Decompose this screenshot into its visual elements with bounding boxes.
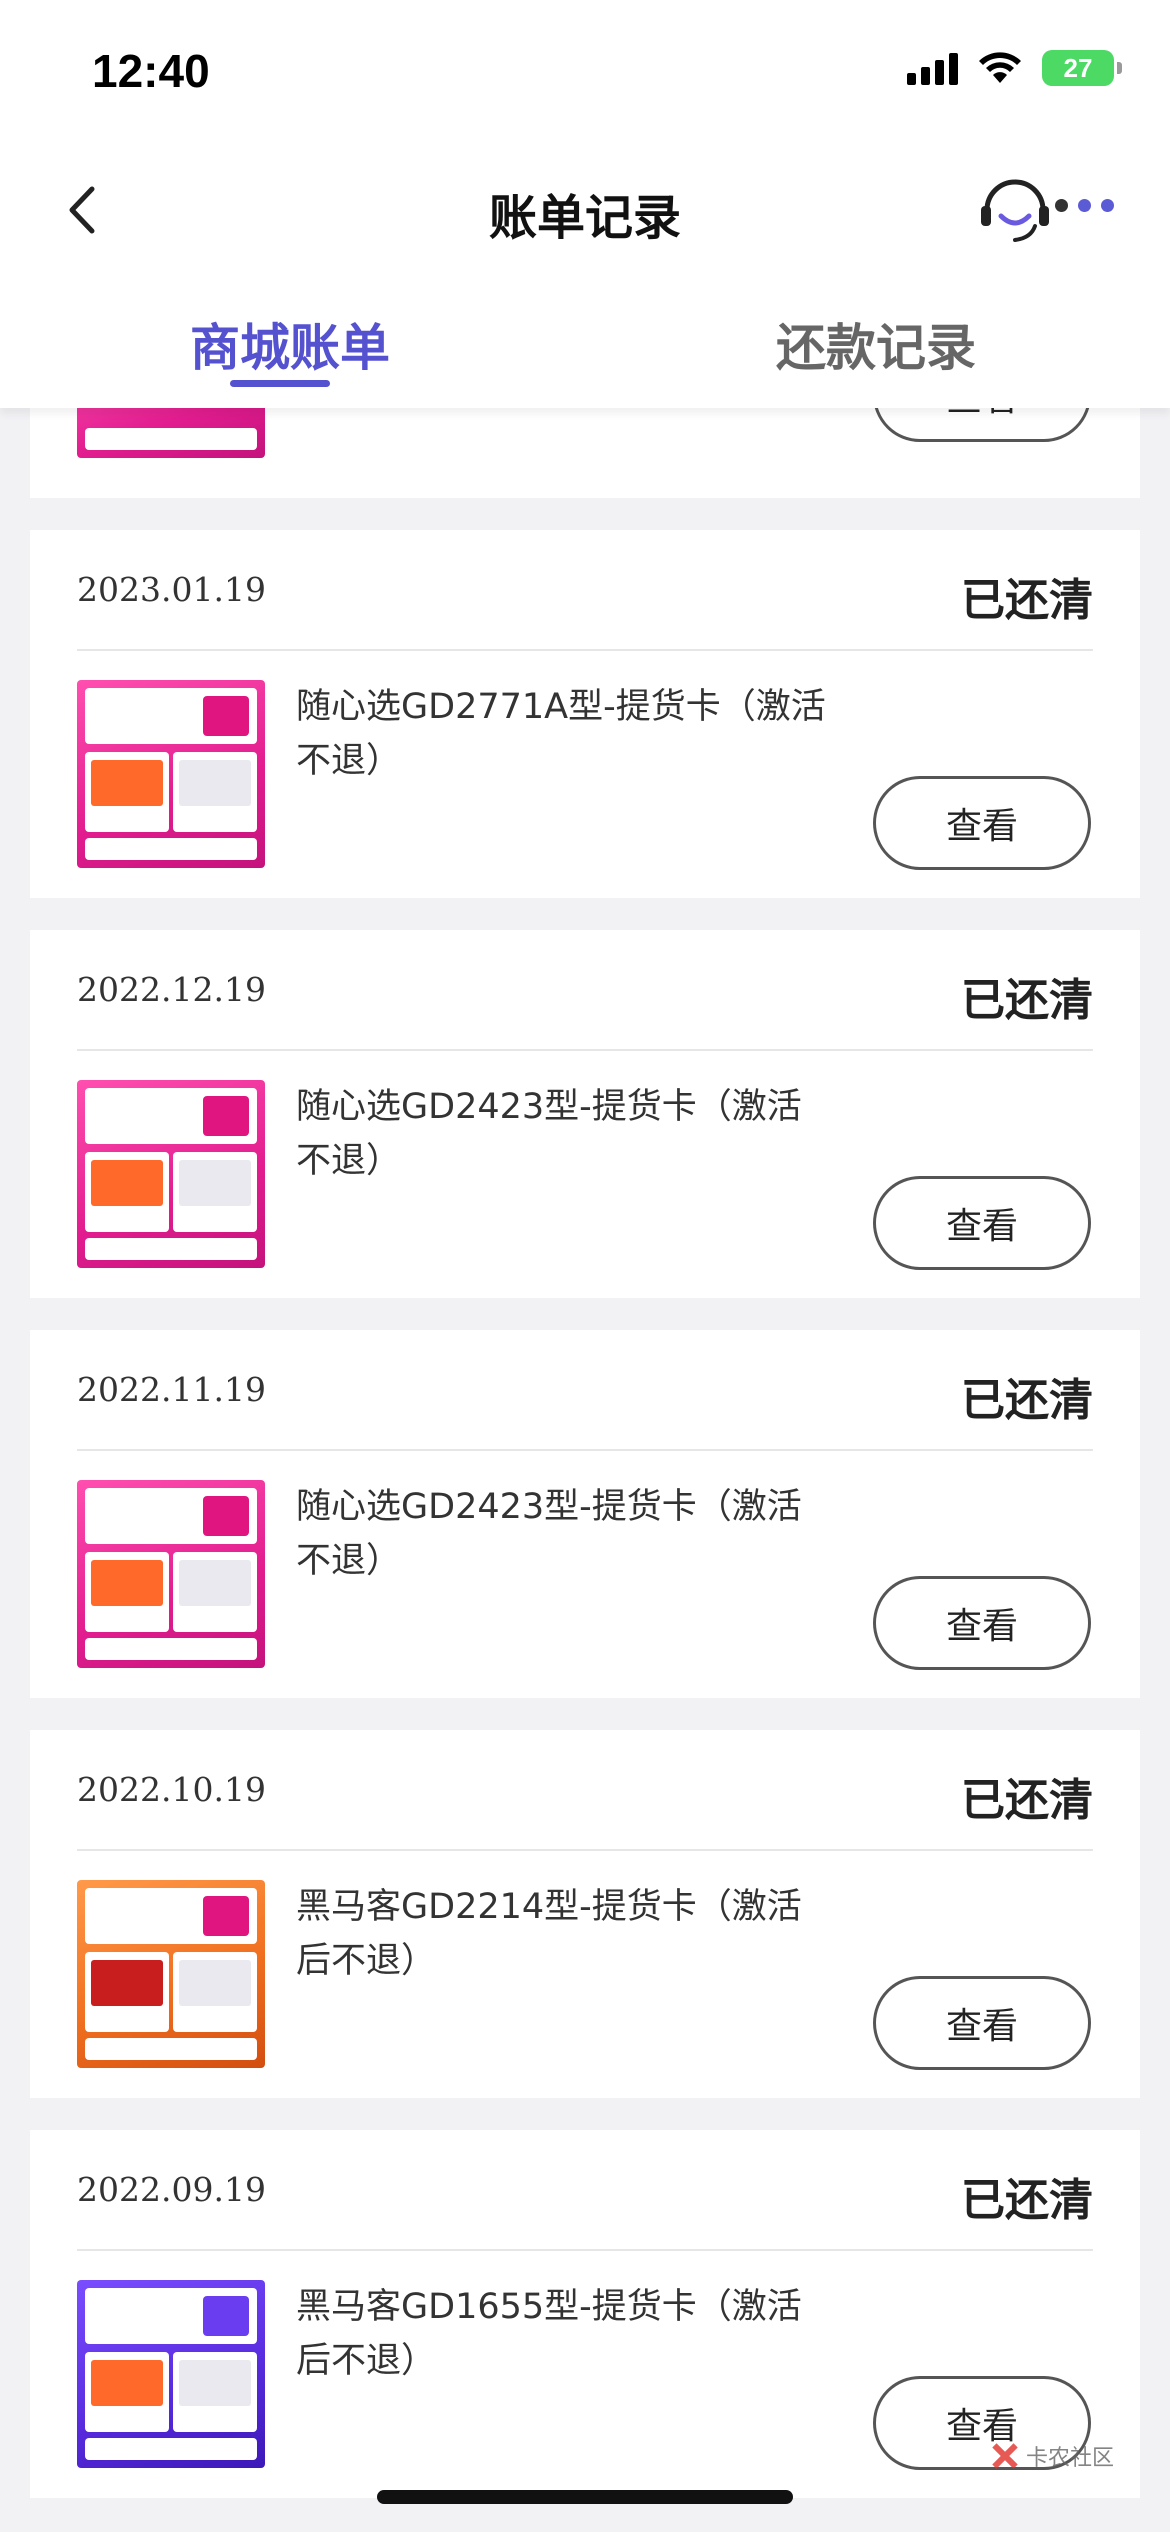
product-name: 黑马客GD2214型-提货卡（激活后不退） (296, 1887, 802, 1981)
battery-icon: 27 (1042, 50, 1122, 86)
customer-service-icon[interactable] (975, 168, 1055, 248)
bill-date: 2022.12.19 (77, 970, 266, 1009)
bill-date: 2023.01.19 (77, 570, 266, 609)
view-button[interactable]: 查看 (873, 776, 1091, 870)
product-thumbnail (77, 680, 265, 868)
status-badge: 已还清 (961, 1375, 1093, 1426)
status-icons: 27 (907, 50, 1122, 86)
status-badge: 已还清 (961, 2175, 1093, 2226)
bill-date: 2022.09.19 (77, 2170, 266, 2209)
view-button[interactable]: 查看 (873, 1176, 1091, 1270)
battery-level: 27 (1063, 52, 1093, 83)
more-dot-icon (1101, 198, 1114, 212)
status-badge: 已还清 (961, 575, 1093, 626)
product-name: 随心选GD2423型-提货卡（激活不退） (296, 1087, 802, 1181)
bill-card: 2022.10.19 已还清 黑马客GD2214型-提货卡（激活后不退） 查看 (30, 1730, 1140, 2098)
product-thumbnail (77, 1880, 265, 2068)
divider (77, 1049, 1093, 1051)
product-name: 黑马客GD1655型-提货卡（激活后不退） (296, 2287, 802, 2381)
status-time: 12:40 (92, 45, 210, 97)
bill-date: 2022.11.19 (77, 1370, 266, 1409)
tab-repayment-records[interactable]: 还款记录 (776, 308, 976, 380)
product-thumbnail (77, 1080, 265, 1268)
wifi-icon (979, 52, 1021, 83)
status-badge: 已还清 (961, 1775, 1093, 1826)
product-thumbnail (77, 2280, 265, 2468)
home-indicator[interactable] (377, 2490, 793, 2504)
nav-header: 账单记录 (0, 150, 1170, 270)
view-button[interactable]: 查看 (873, 408, 1091, 442)
divider (77, 2249, 1093, 2251)
watermark-logo-icon (990, 2441, 1020, 2471)
product-name: 随心选GD2423型-提货卡（激活不退） (296, 1487, 802, 1581)
bill-card: 2022.12.19 已还清 随心选GD2423型-提货卡（激活不退） 查看 (30, 930, 1140, 1298)
cellular-signal-icon (907, 51, 958, 85)
bill-card: 2022.11.19 已还清 随心选GD2423型-提货卡（激活不退） 查看 (30, 1330, 1140, 1698)
bill-card: 2022.09.19 已还清 黑马客GD1655型-提货卡（激活后不退） 查看 (30, 2130, 1140, 2498)
more-options-button[interactable] (1055, 190, 1125, 220)
view-button[interactable]: 查看 (873, 1976, 1091, 2070)
product-thumbnail (77, 1480, 265, 1668)
status-bar: 12:40 27 (0, 0, 1170, 150)
product-name: 随心选GD2771A型-提货卡（激活不退） (296, 687, 826, 781)
divider (77, 1849, 1093, 1851)
watermark-text: 卡农社区 (1026, 2446, 1115, 2471)
tab-active-indicator (230, 380, 330, 387)
bill-card-partial: 查看 (30, 408, 1140, 498)
watermark: 卡农社区 (990, 2440, 1114, 2472)
more-dot-icon (1078, 198, 1091, 212)
tab-bar: 商城账单 还款记录 (0, 270, 1170, 408)
product-thumbnail (77, 408, 265, 458)
more-dot-icon (1055, 198, 1068, 212)
bill-date: 2022.10.19 (77, 1770, 266, 1809)
tab-mall-bills[interactable]: 商城账单 (190, 308, 390, 380)
bill-card: 2023.01.19 已还清 随心选GD2771A型-提货卡（激活不退） 查看 (30, 530, 1140, 898)
bill-list[interactable]: 查看 2023.01.19 已还清 随心选GD2771A型-提货卡（激活不退） … (0, 408, 1170, 2532)
view-button[interactable]: 查看 (873, 1576, 1091, 1670)
status-badge: 已还清 (961, 975, 1093, 1026)
divider (77, 649, 1093, 651)
divider (77, 1449, 1093, 1451)
